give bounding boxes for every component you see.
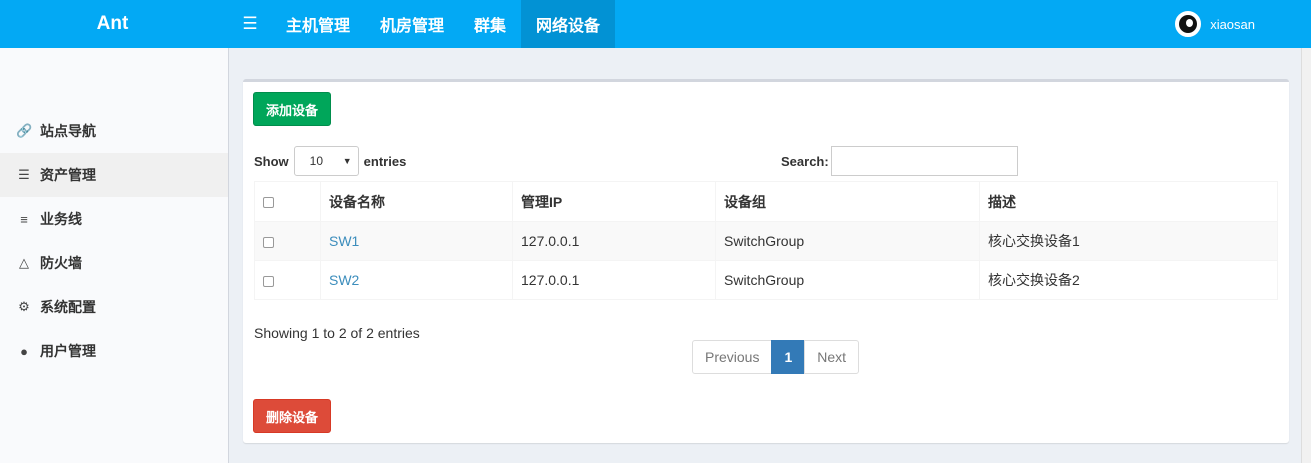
pagination: Previous 1 Next [692,340,860,374]
device-group-cell: SwitchGroup [715,260,980,300]
table-row: SW2 127.0.0.1 SwitchGroup 核心交换设备2 [254,260,1278,300]
content-box: 添加设备 Show 10 ▼ entries Search: 设备名称 管理IP… [243,79,1289,443]
sidebar-menu: 🔗 站点导航 ☰ 资产管理 ≡ 业务线 △ 防火墙 ⚙ 系统配置 ● 用户管理 [0,109,228,373]
topnav-item-network-devices[interactable]: 网络设备 [521,0,616,48]
device-name-cell: SW1 [320,221,513,261]
chevron-down-icon: ▼ [342,156,352,166]
database-icon: ☰ [18,167,30,182]
sidebar-item-firewall[interactable]: △ 防火墙 [0,241,228,285]
sidebar-item-business-line[interactable]: ≡ 业务线 [0,197,228,241]
firewall-icon: △ [19,255,29,270]
gear-icon: ⚙ [18,299,30,314]
top-navbar: Ant ☰ 主机管理 机房管理 群集 网络设备 xiaosan [0,0,1311,48]
delete-device-button[interactable]: 删除设备 [253,399,332,433]
add-device-button[interactable]: 添加设备 [253,92,332,126]
server-icon: ≡ [20,211,28,227]
hamburger-icon[interactable]: ☰ [229,0,271,48]
device-ip-cell: 127.0.0.1 [512,221,716,261]
row-checkbox[interactable] [263,236,274,248]
next-page-button[interactable]: Next [804,340,860,374]
show-label: Show [254,153,289,169]
column-header-group[interactable]: 设备组 [715,181,980,222]
sidebar: 🔗 站点导航 ☰ 资产管理 ≡ 业务线 △ 防火墙 ⚙ 系统配置 ● 用户管理 [0,48,229,463]
device-desc-cell: 核心交换设备1 [979,221,1278,261]
device-name-cell: SW2 [320,260,513,300]
search-label: Search: [781,153,829,169]
table-row: SW1 127.0.0.1 SwitchGroup 核心交换设备1 [254,221,1278,261]
entries-label: entries [363,153,407,169]
sidebar-item-assets[interactable]: ☰ 资产管理 [0,153,228,197]
sidebar-item-label: 资产管理 [40,167,96,183]
table-header-row: 设备名称 管理IP 设备组 描述 [254,181,1278,222]
entries-select-value: 10 [309,154,324,168]
page-1-button[interactable]: 1 [771,340,806,374]
search-input[interactable] [830,146,1018,176]
sidebar-item-label: 防火墙 [40,255,82,271]
row-checkbox[interactable] [263,275,274,287]
search-control: Search: [781,146,1018,176]
device-name-link[interactable]: SW1 [329,233,359,249]
topnav-item-hosts[interactable]: 主机管理 [271,0,365,48]
sidebar-item-label: 用户管理 [40,343,96,359]
previous-page-button[interactable]: Previous [692,340,773,374]
row-select-cell [254,221,321,261]
device-group-cell: SwitchGroup [715,221,980,261]
user-menu[interactable]: xiaosan [1175,0,1255,48]
brand-logo[interactable]: Ant [0,0,229,48]
device-name-link[interactable]: SW2 [329,272,359,288]
sidebar-item-label: 业务线 [40,211,82,227]
device-ip-cell: 127.0.0.1 [512,260,716,300]
devices-table: 设备名称 管理IP 设备组 描述 SW1 127.0.0.1 SwitchGro… [254,181,1278,300]
sidebar-item-system-config[interactable]: ⚙ 系统配置 [0,285,228,329]
avatar [1175,11,1202,37]
scrollbar[interactable] [1301,48,1311,463]
username: xiaosan [1210,16,1255,32]
users-icon: ● [20,343,28,359]
column-header-desc[interactable]: 描述 [979,181,1278,222]
entries-length-control: Show 10 ▼ entries [254,146,406,176]
sidebar-item-users[interactable]: ● 用户管理 [0,329,228,373]
column-header-name[interactable]: 设备名称 [320,181,513,222]
select-all-cell [254,181,321,222]
table-info: Showing 1 to 2 of 2 entries [254,325,420,341]
sidebar-item-label: 系统配置 [40,299,96,315]
sidebar-item-site-nav[interactable]: 🔗 站点导航 [0,109,228,153]
row-select-cell [254,260,321,300]
top-nav-menu: 主机管理 机房管理 群集 网络设备 [271,0,616,48]
link-icon: 🔗 [16,123,33,138]
device-desc-cell: 核心交换设备2 [979,260,1278,300]
sidebar-item-label: 站点导航 [40,123,96,139]
topnav-item-idc[interactable]: 机房管理 [365,0,459,48]
column-header-ip[interactable]: 管理IP [512,181,716,222]
select-all-checkbox[interactable] [263,197,274,209]
entries-select[interactable]: 10 ▼ [293,146,359,176]
topnav-item-cluster[interactable]: 群集 [459,0,521,48]
